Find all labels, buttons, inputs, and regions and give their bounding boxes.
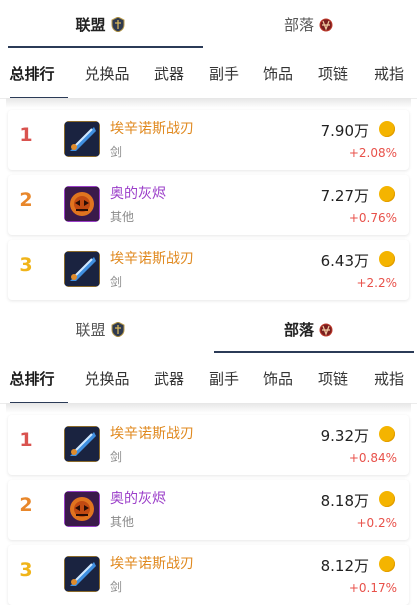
item-name[interactable]: 奥的灰烬: [110, 183, 166, 203]
category-tab[interactable]: 饰品: [254, 48, 302, 98]
item-price: 6.43万: [320, 252, 369, 270]
rank-number: 1: [19, 429, 33, 451]
gold-coin-icon: [379, 251, 395, 267]
rank-number: 3: [19, 559, 33, 581]
category-tab[interactable]: 兑换品: [75, 353, 139, 403]
faction-tabs: 联盟 部落: [0, 0, 417, 48]
price-change: +2.2%: [356, 276, 397, 290]
faction-tab-label: 联盟: [75, 15, 106, 34]
item-type: 剑: [110, 145, 123, 159]
faction-tab-label: 部落: [283, 320, 314, 339]
rank-number: 1: [19, 124, 33, 146]
rank-number: 2: [19, 494, 33, 516]
ranking-row[interactable]: 1 埃辛诺斯战刃剑 9.32万 +0.84%: [8, 415, 409, 475]
alliance-emblem-icon: [111, 320, 125, 338]
item-price: 8.12万: [320, 557, 369, 575]
category-tab[interactable]: 副手: [200, 48, 248, 98]
category-tab[interactable]: 武器: [143, 48, 195, 98]
faction-tab-alliance[interactable]: 联盟: [0, 305, 200, 353]
category-tabs: 总排行 兑换品 武器 副手 饰品 项链 戒指: [0, 353, 417, 404]
price-change: +0.17%: [348, 581, 397, 595]
ranking-section: 联盟 部落 总排行 兑换品 武器 副手 饰品 项链 戒指 1 埃辛诺斯战刃剑 7.90万 +2.08% 2…: [0, 0, 417, 300]
category-tab[interactable]: 戒指: [362, 353, 416, 403]
horde-emblem-icon: [319, 322, 333, 337]
gold-coin-icon: [379, 491, 395, 507]
item-type: 剑: [110, 580, 123, 594]
category-tab[interactable]: 兑换品: [75, 48, 139, 98]
warglaive-icon: [64, 251, 100, 287]
item-type: 其他: [110, 515, 135, 529]
category-tab[interactable]: 项链: [309, 353, 357, 403]
ranking-row[interactable]: 3 埃辛诺斯战刃剑 8.12万 +0.17%: [8, 545, 409, 605]
ranking-row[interactable]: 1 埃辛诺斯战刃剑 7.90万 +2.08%: [8, 110, 409, 170]
item-price: 7.90万: [320, 122, 369, 140]
ashes-icon: [64, 186, 100, 222]
warglaive-icon: [64, 426, 100, 462]
price-change: +0.2%: [356, 516, 397, 530]
faction-tab-label: 联盟: [75, 320, 106, 339]
category-tab[interactable]: 副手: [200, 353, 248, 403]
price-change: +0.84%: [348, 451, 397, 465]
item-name[interactable]: 埃辛诺斯战刃: [110, 423, 194, 443]
item-name[interactable]: 埃辛诺斯战刃: [110, 553, 194, 573]
list-top-shadow: [6, 403, 411, 413]
ranking-row[interactable]: 2 奥的灰烬其他 8.18万 +0.2%: [8, 480, 409, 540]
ashes-icon: [64, 491, 100, 527]
alliance-emblem-icon: [111, 15, 125, 33]
ranking-row[interactable]: 3 埃辛诺斯战刃剑 6.43万 +2.2%: [8, 240, 409, 300]
list-top-shadow: [6, 98, 411, 108]
category-tab[interactable]: 饰品: [254, 353, 302, 403]
category-tab[interactable]: 总排行: [0, 353, 64, 403]
item-price: 9.32万: [320, 427, 369, 445]
gold-coin-icon: [379, 426, 395, 442]
item-type: 剑: [110, 450, 123, 464]
category-tab[interactable]: 总排行: [0, 48, 64, 98]
faction-tab-label: 部落: [283, 15, 314, 34]
item-type: 其他: [110, 210, 135, 224]
horde-emblem-icon: [319, 17, 333, 32]
price-change: +2.08%: [348, 146, 397, 160]
item-type: 剑: [110, 275, 123, 289]
faction-tabs: 联盟 部落: [0, 305, 417, 353]
gold-coin-icon: [379, 186, 395, 202]
category-tab[interactable]: 项链: [309, 48, 357, 98]
ranking-section: 联盟 部落 总排行 兑换品 武器 副手 饰品 项链 戒指 1 埃辛诺斯战刃剑 9.32万 +0.84% 2…: [0, 305, 417, 605]
item-price: 8.18万: [320, 492, 369, 510]
warglaive-icon: [64, 556, 100, 592]
gold-coin-icon: [379, 556, 395, 572]
ranking-row[interactable]: 2 奥的灰烬其他 7.27万 +0.76%: [8, 175, 409, 235]
category-tab[interactable]: 戒指: [362, 48, 416, 98]
price-change: +0.76%: [348, 211, 397, 225]
item-price: 7.27万: [320, 187, 369, 205]
item-name[interactable]: 埃辛诺斯战刃: [110, 248, 194, 268]
faction-tab-alliance[interactable]: 联盟: [0, 0, 200, 48]
faction-tab-horde[interactable]: 部落: [200, 0, 417, 48]
item-name[interactable]: 奥的灰烬: [110, 488, 166, 508]
item-name[interactable]: 埃辛诺斯战刃: [110, 118, 194, 138]
category-tabs: 总排行 兑换品 武器 副手 饰品 项链 戒指: [0, 48, 417, 99]
rank-number: 2: [19, 189, 33, 211]
faction-tab-horde[interactable]: 部落: [200, 305, 417, 353]
rank-number: 3: [19, 254, 33, 276]
category-tab[interactable]: 武器: [143, 353, 195, 403]
warglaive-icon: [64, 121, 100, 157]
gold-coin-icon: [379, 121, 395, 137]
